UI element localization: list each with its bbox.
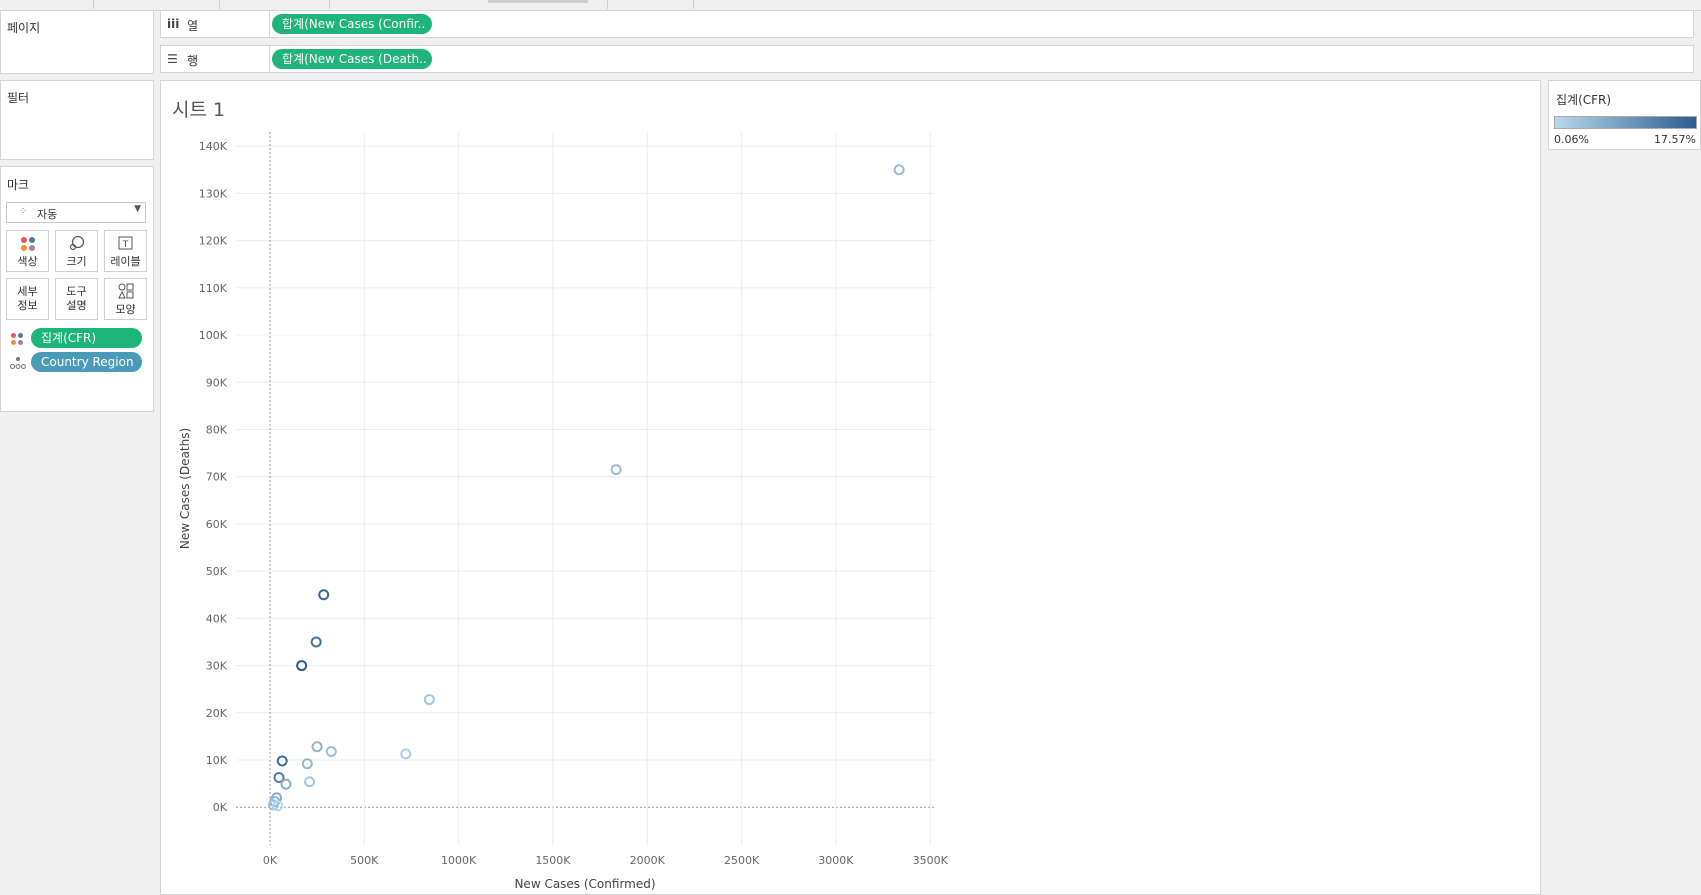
pages-card[interactable]: 페이지 xyxy=(0,10,154,74)
y-tick-label: 40K xyxy=(206,612,228,625)
y-tick-label: 100K xyxy=(199,329,228,342)
size-button[interactable]: 크기 xyxy=(55,230,98,272)
tooltip-button[interactable]: 도구 설명 xyxy=(55,278,98,320)
x-tick-label: 2000K xyxy=(630,854,666,867)
x-tick-label: 3000K xyxy=(818,854,854,867)
svg-text:T: T xyxy=(122,240,129,250)
legend-min-label: 0.06% xyxy=(1554,133,1589,146)
tooltip-button-label: 도구 설명 xyxy=(66,285,87,312)
x-tick-label: 500K xyxy=(350,854,379,867)
columns-icon: iii xyxy=(167,17,180,31)
columns-label: 열 xyxy=(187,19,199,33)
x-tick-label: 2500K xyxy=(724,854,760,867)
rows-shelf-label: ☰ 행 xyxy=(161,46,270,72)
rows-shelf[interactable]: ☰ 행 합계(New Cases (Death.. xyxy=(160,45,1694,73)
data-point[interactable] xyxy=(310,636,322,648)
y-tick-label: 10K xyxy=(206,754,228,767)
data-point[interactable] xyxy=(400,748,412,760)
rows-label: 행 xyxy=(187,54,199,68)
legend-gradient-bar xyxy=(1554,116,1697,129)
y-tick-label: 80K xyxy=(206,423,228,436)
color-dots-icon xyxy=(11,333,23,345)
text-label-icon: T xyxy=(118,236,133,250)
detail-button[interactable]: 세부 정보 xyxy=(6,278,49,320)
y-tick-label: 140K xyxy=(199,140,228,153)
detail-icon xyxy=(10,357,26,369)
x-tick-label: 1000K xyxy=(441,854,477,867)
color-button[interactable]: 색상 xyxy=(6,230,49,272)
label-button[interactable]: T 레이블 xyxy=(104,230,147,272)
data-point[interactable] xyxy=(311,741,323,753)
x-tick-label: 1500K xyxy=(535,854,571,867)
shape-button-label: 모양 xyxy=(115,303,136,316)
color-button-label: 색상 xyxy=(17,255,38,268)
data-point[interactable] xyxy=(301,758,313,770)
data-point[interactable] xyxy=(276,755,288,767)
filters-card[interactable]: 필터 xyxy=(0,80,154,160)
data-point[interactable] xyxy=(304,776,316,788)
columns-shelf[interactable]: iii 열 합계(New Cases (Confir.. xyxy=(160,10,1694,38)
mark-type-value: 자동 xyxy=(37,208,58,221)
mark-type-dropdown[interactable]: ⁘ 자동 ▼ xyxy=(6,202,146,223)
legend-title: 집계(CFR) xyxy=(1556,93,1612,107)
y-tick-label: 90K xyxy=(206,376,228,389)
sheet-view[interactable]: 시트 1 0K 10K 20K 30K 40K 50K 60K 70K 80K 90K 100K 11… xyxy=(160,80,1541,895)
y-tick-label: 20K xyxy=(206,707,228,720)
columns-pill[interactable]: 합계(New Cases (Confir.. xyxy=(272,14,432,34)
color-icon xyxy=(21,237,35,251)
data-point[interactable] xyxy=(318,589,330,601)
y-tick-label: 60K xyxy=(206,518,228,531)
scatter-chart[interactable]: 0K 10K 20K 30K 40K 50K 60K 70K 80K 90K 100K 110K 120… xyxy=(161,101,1540,891)
country-region-pill[interactable]: Country Region xyxy=(31,352,142,372)
y-tick-label: 120K xyxy=(199,235,228,248)
color-legend[interactable]: 집계(CFR) 0.06% 17.57% xyxy=(1548,80,1701,150)
cfr-pill[interactable]: 집계(CFR) xyxy=(31,328,142,348)
detail-button-label: 세부 정보 xyxy=(17,285,38,312)
y-tick-label: 50K xyxy=(206,565,228,578)
shape-icon xyxy=(118,283,134,299)
marks-title: 마크 xyxy=(7,178,30,192)
pages-title: 페이지 xyxy=(7,21,41,35)
data-point[interactable] xyxy=(325,746,337,758)
data-point[interactable] xyxy=(423,694,435,706)
columns-shelf-label: iii 열 xyxy=(161,11,270,37)
label-button-label: 레이블 xyxy=(110,255,141,268)
data-point[interactable] xyxy=(610,464,622,476)
legend-max-label: 17.57% xyxy=(1654,133,1696,146)
filters-title: 필터 xyxy=(7,91,30,105)
y-tick-label: 130K xyxy=(199,187,228,200)
size-button-label: 크기 xyxy=(66,255,87,268)
x-tick-label: 0K xyxy=(263,854,278,867)
y-tick-label: 30K xyxy=(206,660,228,673)
mark-type-icon: ⁘ xyxy=(19,206,28,217)
x-axis-title: New Cases (Confirmed) xyxy=(514,877,655,891)
chevron-down-icon: ▼ xyxy=(134,204,141,214)
x-tick-label: 3500K xyxy=(913,854,949,867)
data-point[interactable] xyxy=(280,778,292,790)
shape-button[interactable]: 모양 xyxy=(104,278,147,320)
active-tab-indicator xyxy=(488,0,588,3)
size-icon xyxy=(69,235,85,251)
rows-icon: ☰ xyxy=(167,52,178,66)
y-tick-label: 0K xyxy=(213,801,228,814)
y-axis-title: New Cases (Deaths) xyxy=(178,428,192,549)
data-point[interactable] xyxy=(893,164,905,176)
y-tick-label: 110K xyxy=(199,282,228,295)
y-tick-label: 70K xyxy=(206,471,228,484)
rows-pill[interactable]: 합계(New Cases (Death.. xyxy=(272,49,432,69)
